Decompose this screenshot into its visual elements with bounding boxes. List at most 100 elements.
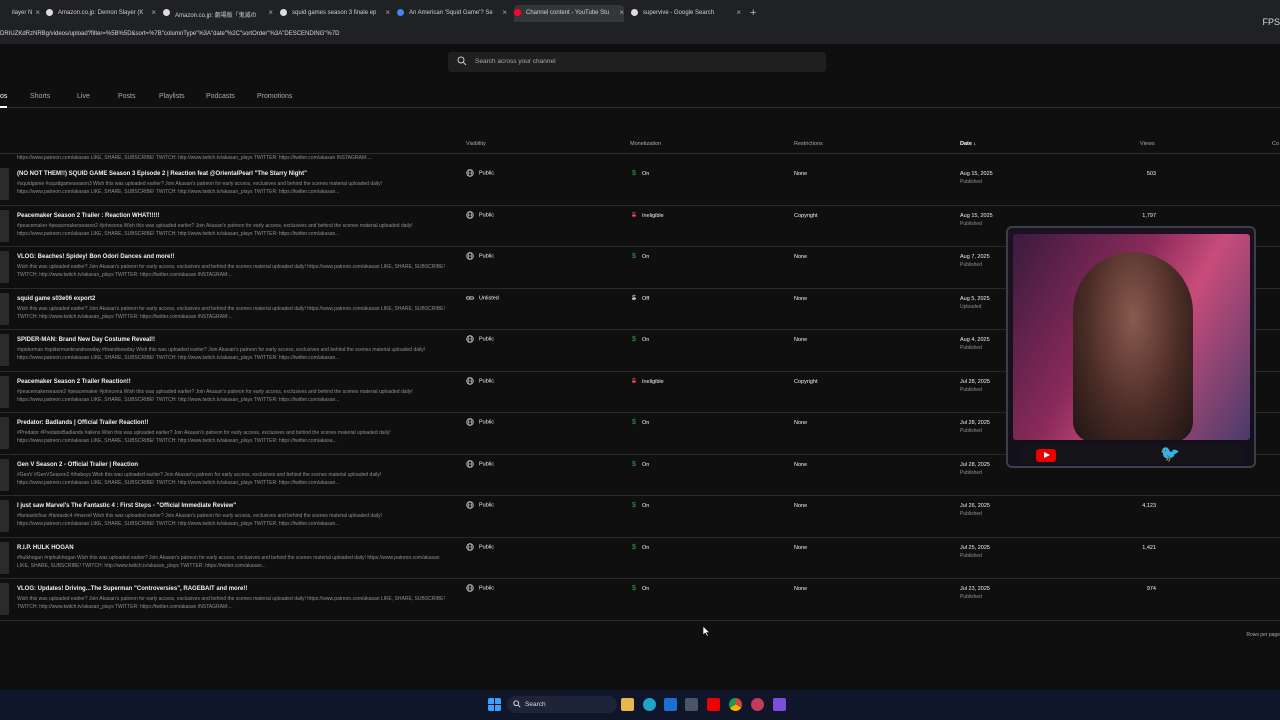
visibility-cell[interactable]: Public [466,501,494,509]
column-views[interactable]: Views [1140,141,1155,147]
visibility-cell[interactable]: Public [466,169,494,177]
tab-playlists[interactable]: Playlists [159,93,185,100]
restrictions-cell[interactable]: None [794,462,807,468]
monetization-cell[interactable]: $ On [632,544,649,551]
browser-tab[interactable]: Amazon.co.jp: Demon Slayer (K × [46,5,156,22]
tab-videos[interactable]: os [0,93,8,108]
restrictions-cell[interactable]: None [794,545,807,551]
visibility-cell[interactable]: Public [466,252,494,260]
tab-close-icon[interactable]: × [502,8,507,17]
restrictions-cell[interactable]: Copyright [794,213,818,219]
app-icon[interactable] [773,698,786,711]
video-title[interactable]: Peacemaker Season 2 Trailer Reaction!! [17,379,131,385]
edge-icon[interactable] [643,698,656,711]
monetization-cell[interactable]: $ On [632,336,649,343]
obs-icon[interactable] [751,698,764,711]
tab-close-icon[interactable]: × [736,8,741,17]
video-title[interactable]: SPIDER-MAN: Brand New Day Costume Reveal… [17,337,155,343]
restrictions-cell[interactable]: None [794,586,807,592]
video-thumbnail[interactable] [0,209,9,242]
address-bar[interactable]: DRIUZKdRzNRBg/videos/upload?filter=%5B%5… [0,26,1280,44]
tab-posts[interactable]: Posts [118,93,136,100]
video-thumbnail[interactable] [0,500,9,532]
table-row[interactable]: VLOG: Updates! Driving...The Superman "C… [0,579,1280,621]
video-thumbnail[interactable] [0,375,9,408]
tab-live[interactable]: Live [77,93,90,100]
monetization-cell[interactable]: $ On [632,419,649,426]
monetization-cell[interactable]: $ Off [632,295,649,302]
column-date[interactable]: Date ↓ [960,141,976,147]
monetization-cell[interactable]: $ On [632,502,649,509]
table-row[interactable]: R.I.P. HULK HOGAN #hulkhogan #riphulkhoga… [0,538,1280,579]
monetization-cell[interactable]: $ On [632,170,649,177]
video-title[interactable]: Peacemaker Season 2 Trailer : Reaction W… [17,213,160,219]
visibility-cell[interactable]: Public [466,376,494,385]
restrictions-cell[interactable]: None [794,337,807,343]
video-title[interactable]: (NO NOT THEM!!) SQUID GAME Season 3 Epis… [17,171,307,177]
visibility-cell[interactable]: Public [466,210,494,219]
video-title[interactable]: R.I.P. HULK HOGAN [17,545,74,551]
monetization-cell[interactable]: $ Ineligible [632,212,664,219]
restrictions-cell[interactable]: None [794,296,807,302]
visibility-cell[interactable]: Public [466,335,494,343]
tab-close-icon[interactable]: × [619,8,624,17]
store-icon[interactable] [685,698,698,711]
monetization-cell[interactable]: $ On [632,585,649,592]
chrome-icon[interactable] [729,698,742,711]
video-thumbnail[interactable] [0,168,9,200]
table-row[interactable]: (NO NOT THEM!!) SQUID GAME Season 3 Epis… [0,164,1280,206]
video-title[interactable]: squid game s03e06 export2 [17,296,95,302]
video-thumbnail[interactable] [0,334,9,366]
channel-search-box[interactable]: Search across your channel [448,52,826,72]
restrictions-cell[interactable]: None [794,171,807,177]
tab-close-icon[interactable]: × [268,8,273,17]
video-thumbnail[interactable] [0,292,9,325]
visibility-cell[interactable]: Public [466,542,494,551]
column-monetization[interactable]: Monetization [630,141,661,147]
search-placeholder[interactable]: Search across your channel [475,58,556,65]
outlook-icon[interactable] [664,698,677,711]
browser-tab[interactable]: An American 'Squid Game'? Se × [397,5,507,22]
video-thumbnail[interactable] [0,417,9,449]
column-visibility[interactable]: Visibility [466,141,486,147]
restrictions-cell[interactable]: None [794,420,807,426]
youtube-app-icon[interactable] [707,698,720,711]
video-thumbnail[interactable] [0,583,9,615]
windows-start-icon[interactable] [488,698,501,711]
video-title[interactable]: VLOG: Beaches! Spidey! Bon Odori Dances … [17,254,174,260]
visibility-cell[interactable]: Public [466,418,494,426]
browser-tab[interactable]: Amazon.co.jp: 劇場版「鬼滅の × [163,5,273,22]
taskbar-search[interactable]: Search [507,696,617,713]
table-row[interactable]: I just saw Marvel's The Fantastic 4 : Fi… [0,496,1280,538]
browser-tab[interactable]: supervive - Google Search × [631,5,741,22]
restrictions-cell[interactable]: Copyright [794,379,818,385]
video-title[interactable]: Gen V Season 2 - Official Trailer | Reac… [17,462,138,468]
tab-close-icon[interactable]: × [151,8,156,17]
video-thumbnail[interactable] [0,251,9,283]
address-url[interactable]: DRIUZKdRzNRBg/videos/upload?filter=%5B%5… [0,31,340,37]
monetization-cell[interactable]: $ Ineligible [632,378,664,385]
monetization-cell[interactable]: $ On [632,253,649,260]
browser-tab[interactable]: squid games season 3 finale ep × [280,5,390,22]
new-tab-button[interactable]: + [750,7,756,19]
video-thumbnail[interactable] [0,458,9,491]
visibility-cell[interactable]: Public [466,584,494,592]
video-title[interactable]: Predator: Badlands | Official Trailer Re… [17,420,148,426]
tab-shorts[interactable]: Shorts [30,93,50,100]
file-explorer-icon[interactable] [621,698,634,711]
visibility-cell[interactable]: Unlisted [466,294,499,302]
column-comments[interactable]: Co [1272,141,1279,147]
tab-close-icon[interactable]: × [35,8,40,17]
video-title[interactable]: I just saw Marvel's The Fantastic 4 : Fi… [17,503,236,509]
video-thumbnail[interactable] [0,541,9,574]
column-restrictions[interactable]: Restrictions [794,141,823,147]
tab-podcasts[interactable]: Podcasts [206,93,235,100]
browser-tab[interactable]: ilayer N × [0,5,40,22]
tab-promotions[interactable]: Promotions [257,93,292,100]
tab-close-icon[interactable]: × [385,8,390,17]
restrictions-cell[interactable]: None [794,254,807,260]
video-title[interactable]: VLOG: Updates! Driving...The Superman "C… [17,586,247,592]
browser-tab[interactable]: Channel content - YouTube Stu × [514,5,624,22]
monetization-cell[interactable]: $ On [632,461,649,468]
visibility-cell[interactable]: Public [466,459,494,468]
